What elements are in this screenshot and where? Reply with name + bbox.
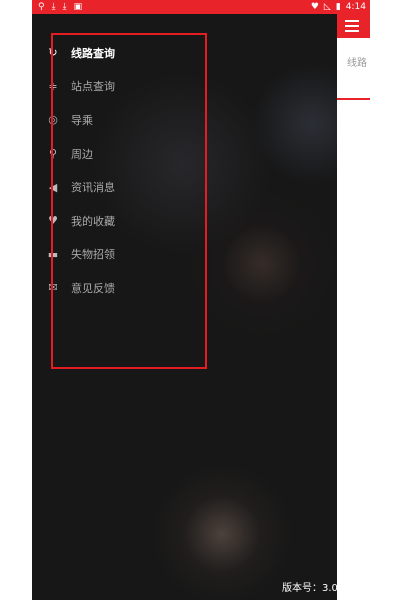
menu-item-feedback[interactable]: ✉ 意见反馈	[46, 271, 216, 305]
status-time: 4:14	[345, 2, 366, 12]
menu-item-label: 导乘	[71, 113, 93, 127]
tab-indicator	[337, 98, 370, 100]
compass-icon: ◎	[48, 113, 58, 127]
heart-icon: ♥	[48, 214, 58, 228]
download-icon: ⤓	[62, 2, 67, 12]
menu-item-label: 资讯消息	[71, 181, 115, 195]
menu-item-label: 周边	[71, 147, 93, 161]
location-pin-icon: ⚲	[48, 147, 58, 161]
heart-icon: ♥	[310, 2, 319, 12]
menu-item-lost-found[interactable]: ▬ 失物招领	[46, 238, 216, 272]
drawer-menu: ↻ 线路查询 ≑ 站点查询 ◎ 导乘 ⚲ 周边 ◀ 资讯消息 ♥ 我的收藏 ▬ …	[46, 36, 216, 305]
search-input[interactable]: 线路	[347, 54, 370, 68]
version-label: 版本号：3.0	[282, 583, 338, 594]
app-name: 线路公	[343, 583, 370, 594]
version-footer: 版本号：3.0 线路公	[282, 579, 370, 594]
hamburger-menu-icon[interactable]	[345, 20, 359, 32]
phone-screen: ⚲ ⤓ ⤓ ▣ ♥ ◺ ▮ 4:14 ↻ 线路查询 ≑ 站点查询 ◎ 导乘 ⚲ …	[32, 0, 370, 600]
menu-item-label: 我的收藏	[71, 214, 115, 228]
menu-item-guide[interactable]: ◎ 导乘	[46, 103, 216, 137]
menu-item-station-query[interactable]: ≑ 站点查询	[46, 70, 216, 104]
station-icon: ≑	[48, 79, 58, 93]
menu-item-route-query[interactable]: ↻ 线路查询	[46, 36, 216, 70]
menu-item-news[interactable]: ◀ 资讯消息	[46, 170, 216, 204]
menu-item-label: 意见反馈	[71, 281, 115, 295]
route-icon: ↻	[48, 46, 58, 60]
image-icon: ▣	[73, 2, 83, 12]
menu-item-label: 站点查询	[71, 80, 115, 94]
signal-icon: ◺	[323, 2, 331, 12]
menu-item-favorites[interactable]: ♥ 我的收藏	[46, 204, 216, 238]
usb-icon: ⚲	[38, 2, 45, 12]
briefcase-icon: ▬	[47, 247, 59, 261]
battery-icon: ▮	[335, 2, 341, 12]
megaphone-icon: ◀	[48, 180, 58, 194]
menu-item-label: 线路查询	[71, 46, 115, 60]
main-header	[337, 14, 370, 38]
main-content: 线路	[337, 14, 370, 600]
status-bar: ⚲ ⤓ ⤓ ▣ ♥ ◺ ▮ 4:14	[32, 0, 370, 14]
menu-item-label: 失物招领	[71, 248, 115, 262]
mail-icon: ✉	[48, 281, 58, 295]
download-icon: ⤓	[51, 2, 56, 12]
menu-item-nearby[interactable]: ⚲ 周边	[46, 137, 216, 171]
navigation-drawer: ↻ 线路查询 ≑ 站点查询 ◎ 导乘 ⚲ 周边 ◀ 资讯消息 ♥ 我的收藏 ▬ …	[32, 14, 337, 600]
